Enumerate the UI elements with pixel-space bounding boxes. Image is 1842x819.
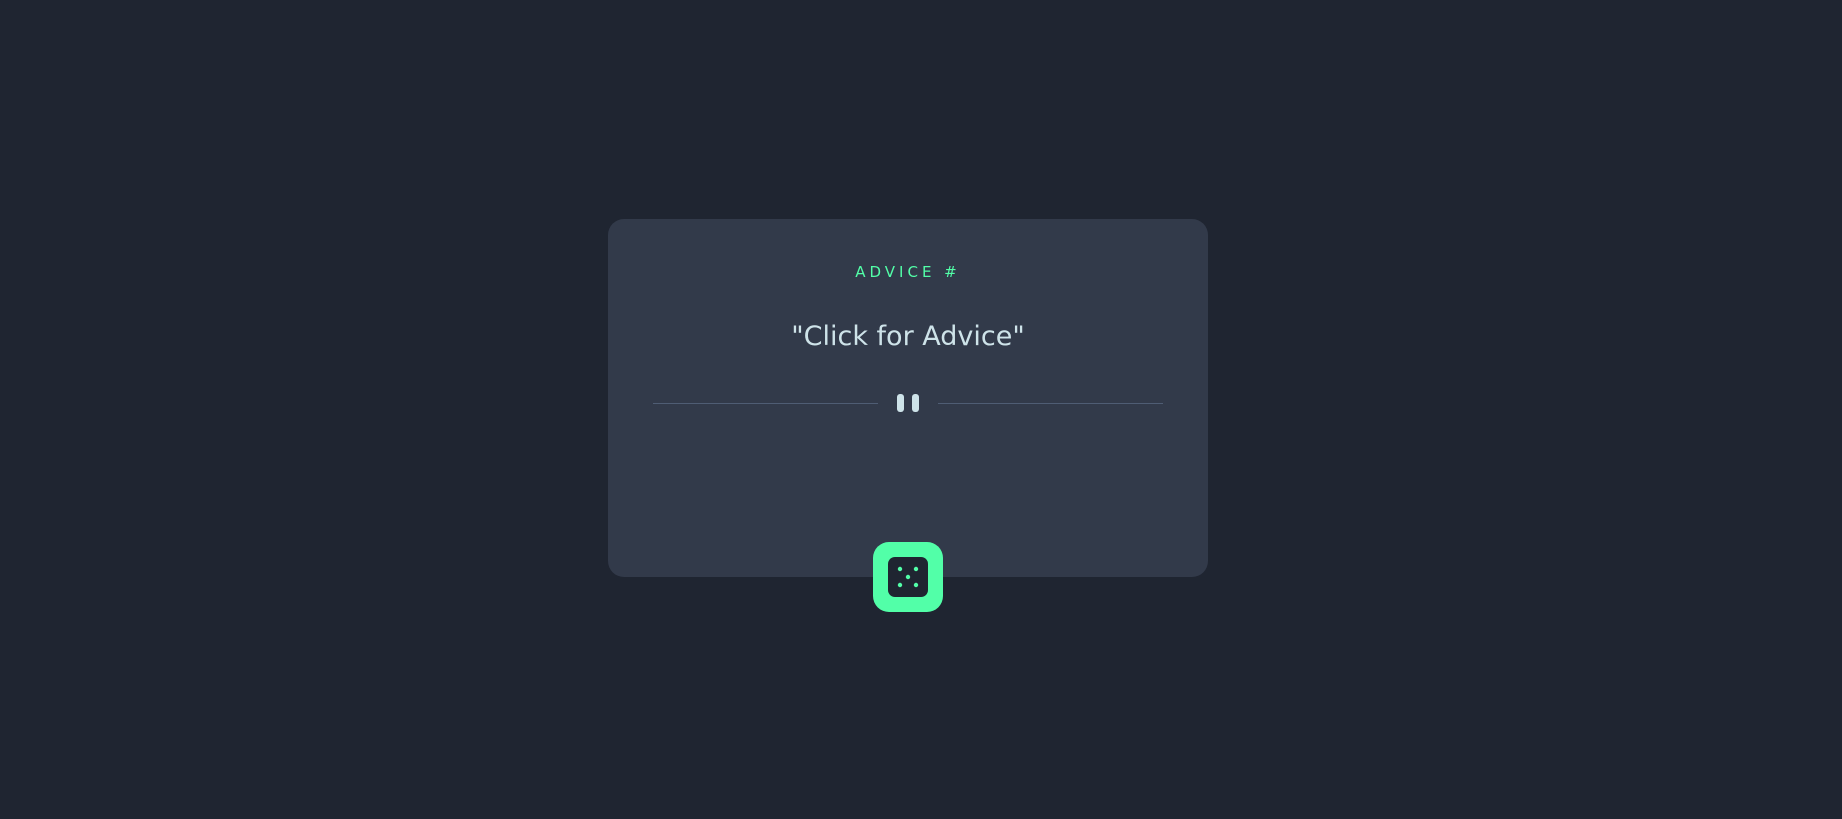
dice-button[interactable]: [873, 542, 943, 612]
advice-quote: "Click for Advice": [791, 321, 1025, 352]
dice-icon: [888, 557, 928, 597]
advice-number-label: ADVICE #: [855, 263, 961, 281]
pattern-divider: [653, 393, 1163, 413]
divider-line-right: [938, 403, 1163, 404]
divider-line-left: [653, 403, 878, 404]
pause-icon: [896, 393, 920, 413]
